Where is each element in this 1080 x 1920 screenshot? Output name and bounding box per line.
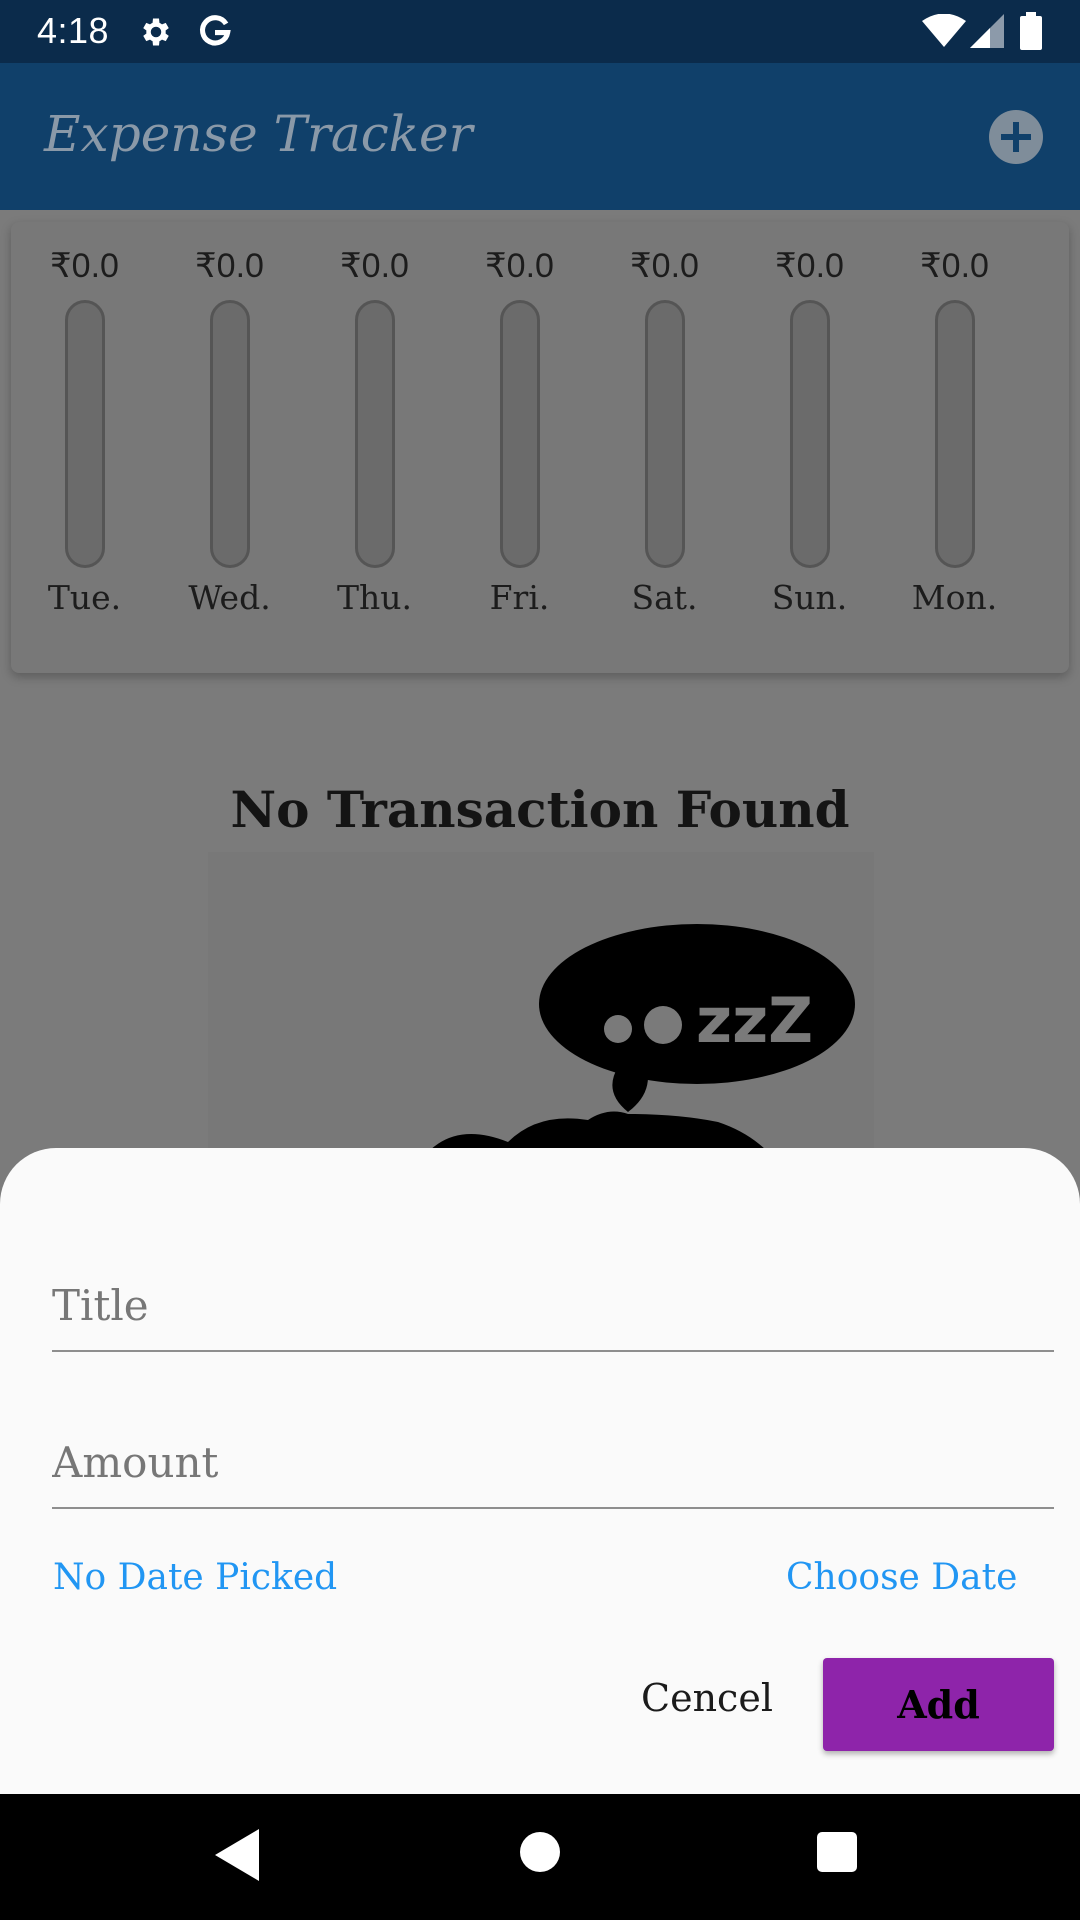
- google-g-icon: [200, 15, 231, 46]
- settings-gear-icon: [143, 18, 169, 46]
- spending-bar-track: [934, 300, 975, 568]
- day-label: Mon.: [911, 578, 998, 617]
- day-amount-label: ₹0.0: [50, 247, 119, 285]
- title-field[interactable]: [52, 1230, 1054, 1352]
- wifi-icon: [922, 14, 966, 47]
- zzz-text: zzZ: [696, 984, 813, 1057]
- day-amount-label: ₹0.0: [920, 247, 989, 285]
- day-label: Wed.: [188, 578, 271, 617]
- add-transaction-icon[interactable]: [989, 110, 1043, 164]
- chart-day-column: ₹0.0 Sat.: [592, 222, 737, 673]
- back-icon[interactable]: [215, 1829, 259, 1881]
- spending-bar-track: [789, 300, 830, 568]
- sleeping-illustration: zzZ: [208, 852, 874, 1152]
- day-label: Fri.: [489, 578, 550, 617]
- day-label: Sat.: [631, 578, 698, 617]
- chart-day-column: ₹0.0 Sun.: [737, 222, 882, 673]
- system-nav-bar: [0, 1794, 1080, 1920]
- chart-day-column: ₹0.0 Wed.: [157, 222, 302, 673]
- amount-input[interactable]: [52, 1387, 1054, 1507]
- choose-date-button[interactable]: Choose Date: [786, 1557, 1017, 1598]
- spending-bar-track: [64, 300, 105, 568]
- day-amount-label: ₹0.0: [775, 247, 844, 285]
- chart-day-column: ₹0.0 Thu.: [302, 222, 447, 673]
- day-amount-label: ₹0.0: [630, 247, 699, 285]
- spending-bar-track: [354, 300, 395, 568]
- battery-icon: [1020, 12, 1042, 50]
- title-input[interactable]: [52, 1230, 1054, 1350]
- chart-day-column: ₹0.0 Mon.: [882, 222, 1027, 673]
- empty-state-title: No Transaction Found: [230, 780, 850, 839]
- day-label: Thu.: [336, 578, 412, 617]
- status-bar: 4:18: [0, 0, 1080, 63]
- date-status-text: No Date Picked: [53, 1557, 338, 1598]
- chart-day-column: ₹0.0 Tue.: [12, 222, 157, 673]
- status-time: 4:18: [37, 10, 110, 51]
- spending-bar-track: [499, 300, 540, 568]
- add-transaction-sheet: No Date Picked Choose Date Cencel Add: [0, 1148, 1080, 1794]
- day-amount-label: ₹0.0: [485, 247, 554, 285]
- day-label: Tue.: [47, 578, 122, 617]
- add-button[interactable]: Add: [823, 1658, 1054, 1751]
- cancel-button[interactable]: Cencel: [620, 1658, 794, 1738]
- home-icon[interactable]: [520, 1832, 560, 1872]
- app-bar: Expense Tracker: [0, 63, 1080, 210]
- chart-day-column: ₹0.0 Fri.: [447, 222, 592, 673]
- day-label: Sun.: [771, 578, 848, 617]
- day-amount-label: ₹0.0: [340, 247, 409, 285]
- amount-field[interactable]: [52, 1387, 1054, 1509]
- day-amount-label: ₹0.0: [195, 247, 264, 285]
- weekly-chart-card: ₹0.0 Tue. ₹0.0 Wed. ₹0.0 Thu. ₹0.0 Fri. ₹0.0 Sat.…: [11, 222, 1069, 673]
- cell-signal-icon: [970, 14, 1004, 48]
- spending-bar-track: [209, 300, 250, 568]
- app-title: Expense Tracker: [44, 105, 473, 163]
- spending-bar-track: [644, 300, 685, 568]
- recents-icon[interactable]: [817, 1832, 857, 1872]
